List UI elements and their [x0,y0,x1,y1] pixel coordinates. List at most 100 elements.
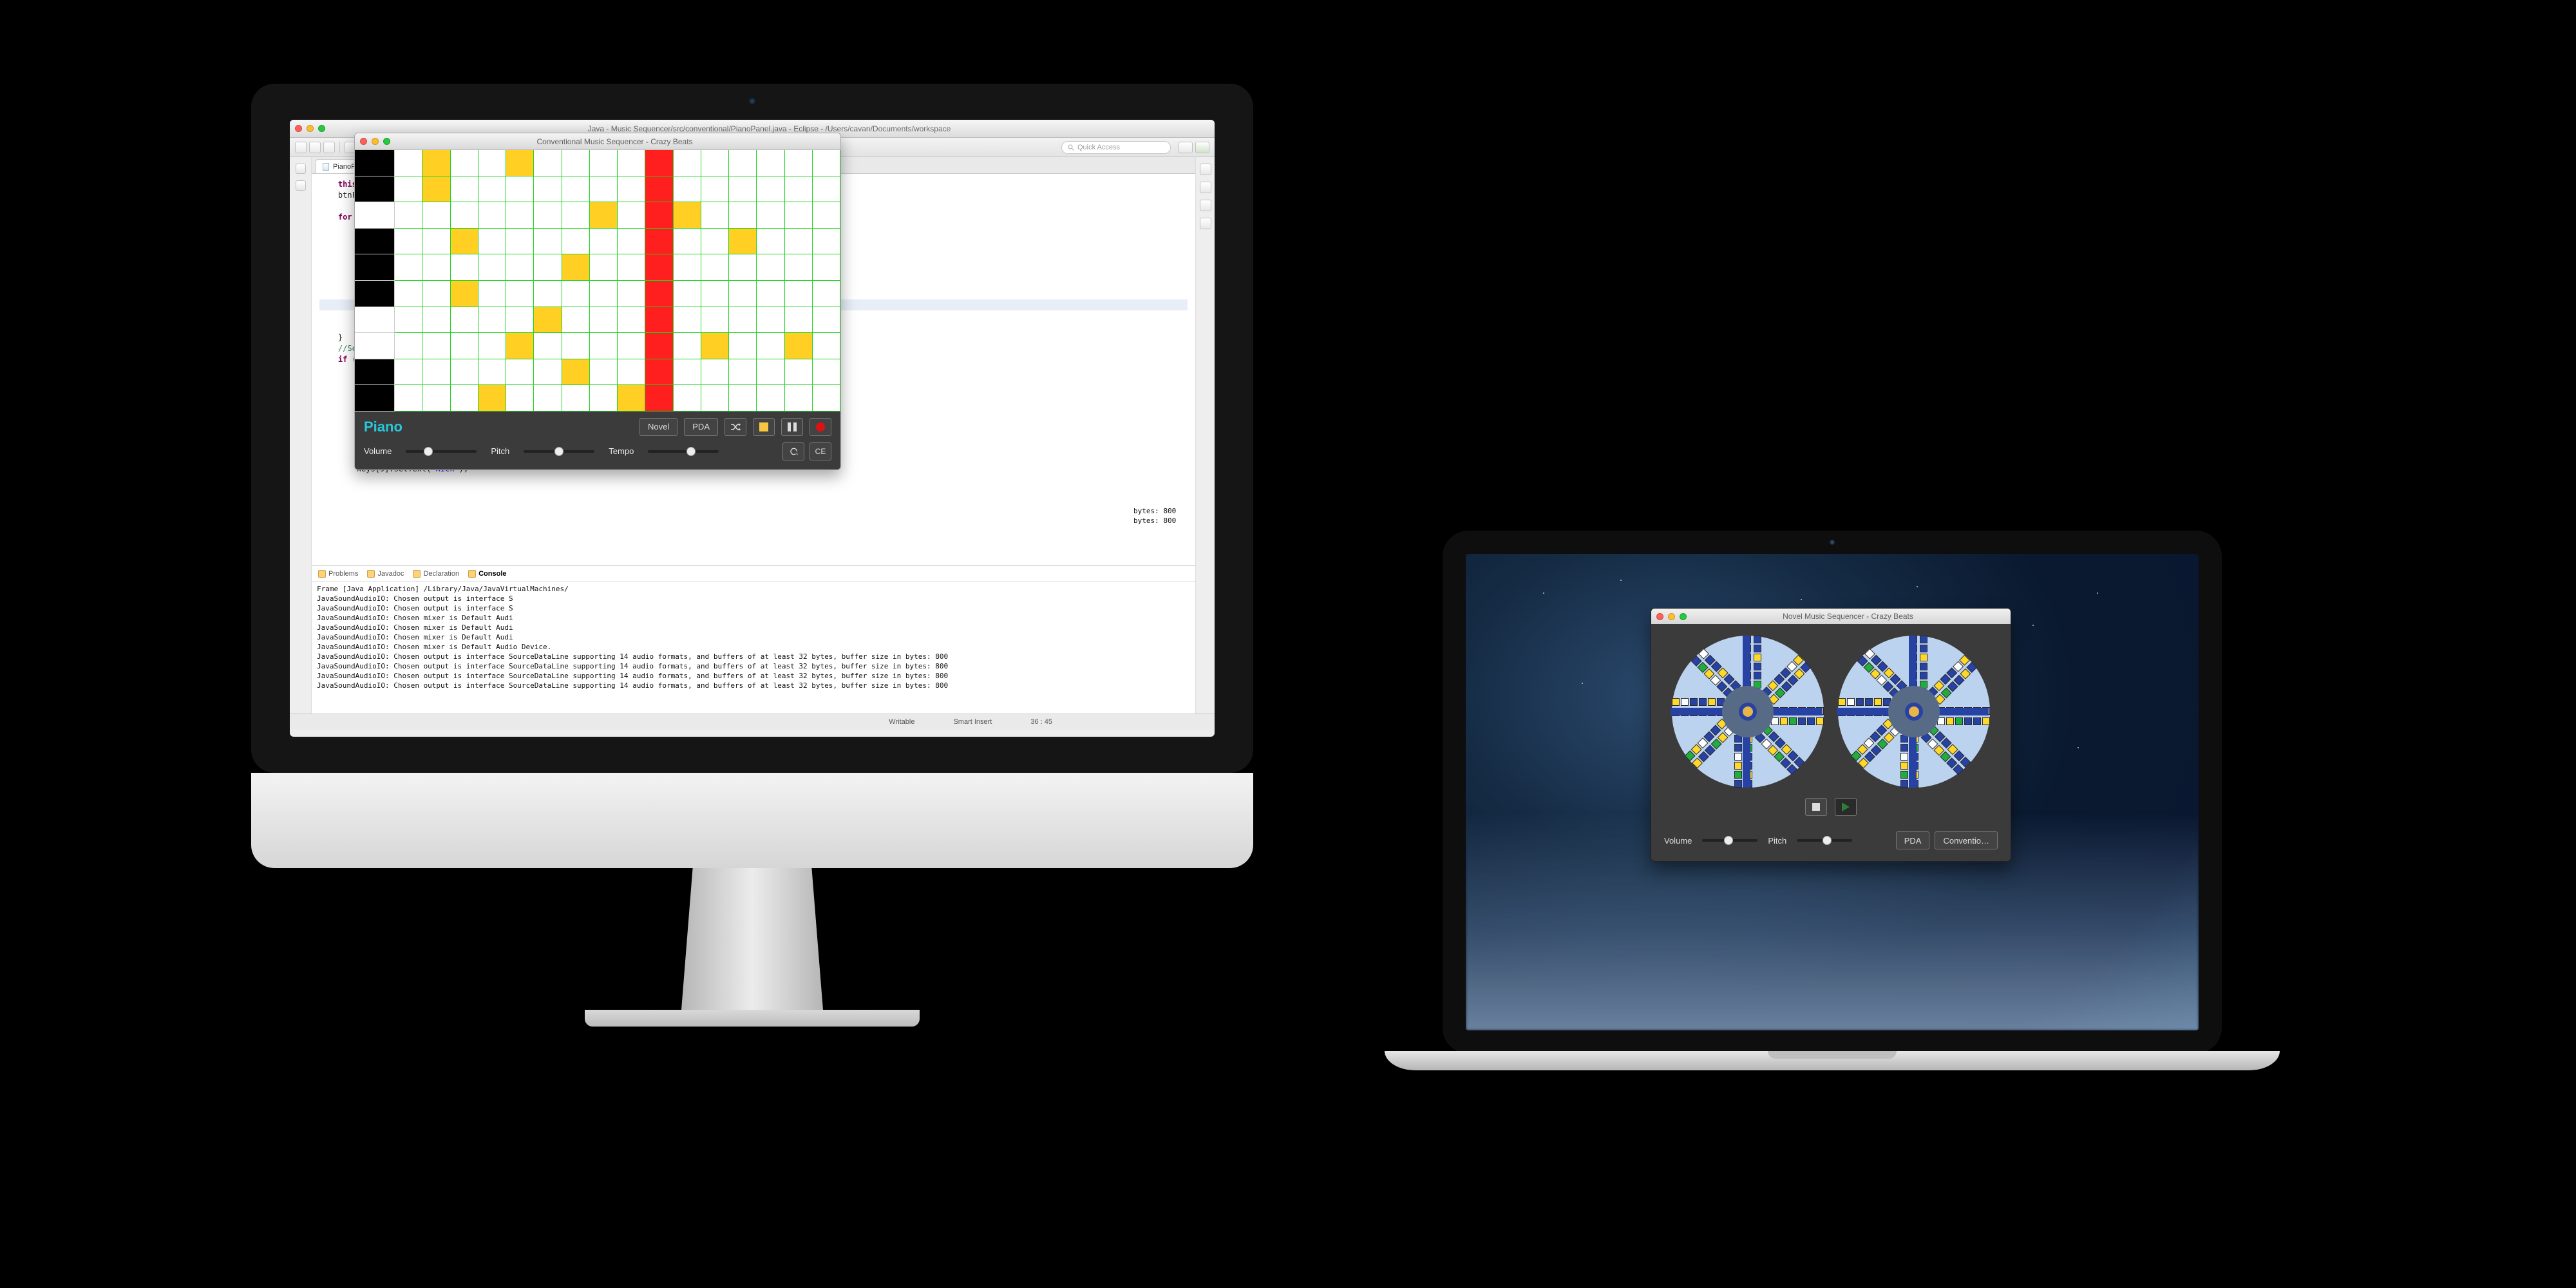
disc-cell[interactable] [1847,698,1855,706]
pause-button[interactable] [781,418,803,436]
grid-cell[interactable] [478,150,506,176]
disc-cell[interactable] [1681,698,1689,706]
console-tab-declaration[interactable]: Declaration [413,570,459,578]
disc-cell[interactable] [1754,645,1761,652]
grid-cell[interactable] [562,333,590,359]
grid-cell[interactable] [534,176,562,203]
grid-cell[interactable] [729,281,757,307]
grid-cell[interactable] [422,307,450,334]
grid-cell[interactable] [478,333,506,359]
grid-cell[interactable] [451,359,478,386]
grid-cell[interactable] [618,385,645,412]
disc-cell[interactable] [1955,717,1963,725]
disc-cell[interactable] [1690,698,1698,706]
grid-cell[interactable] [590,281,618,307]
grid-cell[interactable] [701,202,729,229]
grid-cell[interactable] [451,176,478,203]
grid-cell[interactable] [451,254,478,281]
grid-cell[interactable] [785,229,813,255]
grid-cell[interactable] [506,281,534,307]
grid-cell[interactable] [813,385,840,412]
console-tab-javadoc[interactable]: Javadoc [367,570,404,578]
grid-cell[interactable] [562,229,590,255]
view-icon[interactable] [296,164,306,174]
java-perspective-icon[interactable] [1195,142,1209,153]
sequencer-grid[interactable] [355,150,840,412]
disc-right[interactable] [1838,636,1990,788]
disc-cell[interactable] [1900,780,1908,788]
grid-cell[interactable] [422,202,450,229]
grid-cell[interactable] [534,229,562,255]
console-tab-console[interactable]: Console [468,570,506,578]
window-controls[interactable] [360,138,390,145]
grid-cell[interactable] [562,307,590,334]
grid-cell[interactable] [674,202,701,229]
grid-cell[interactable] [422,254,450,281]
grid-cell[interactable] [674,307,701,334]
pda-button[interactable]: PDA [684,418,718,436]
stop-button[interactable] [753,418,775,436]
grid-cell[interactable] [590,359,618,386]
grid-cell[interactable] [618,150,645,176]
disc-cell[interactable] [1734,762,1742,770]
open-perspective-icon[interactable] [1179,142,1193,153]
console-tab-problems[interactable]: Problems [318,570,358,578]
grid-cell[interactable] [674,254,701,281]
grid-cell[interactable] [701,176,729,203]
grid-cell[interactable] [506,150,534,176]
view-icon[interactable] [296,180,306,191]
grid-cell[interactable] [757,229,784,255]
grid-cell[interactable] [395,359,422,386]
grid-cell[interactable] [506,385,534,412]
disc-cell[interactable] [1920,672,1927,679]
novel-sequencer-window[interactable]: Novel Music Sequencer - Crazy Beats Volu… [1651,608,2011,862]
grid-cell[interactable] [534,333,562,359]
grid-cell[interactable] [478,176,506,203]
piano-key[interactable] [355,254,395,281]
novel-button[interactable]: Novel [639,418,677,436]
grid-cell[interactable] [701,229,729,255]
minimize-icon[interactable] [307,125,314,132]
disc-cell[interactable] [1816,717,1824,725]
grid-cell[interactable] [813,202,840,229]
grid-cell[interactable] [590,202,618,229]
grid-cell[interactable] [534,254,562,281]
grid-cell[interactable] [785,254,813,281]
grid-cell[interactable] [645,281,673,307]
novel-titlebar[interactable]: Novel Music Sequencer - Crazy Beats [1651,609,2011,624]
grid-cell[interactable] [757,307,784,334]
grid-cell[interactable] [729,176,757,203]
grid-cell[interactable] [506,254,534,281]
grid-cell[interactable] [451,333,478,359]
grid-cell[interactable] [506,307,534,334]
grid-cell[interactable] [562,176,590,203]
grid-cell[interactable] [785,307,813,334]
tempo-slider[interactable] [648,450,719,453]
grid-cell[interactable] [422,359,450,386]
disc-cell[interactable] [1734,771,1742,779]
view-icon[interactable] [1200,164,1211,175]
grid-cell[interactable] [395,202,422,229]
grid-cell[interactable] [729,333,757,359]
grid-cell[interactable] [395,281,422,307]
grid-cell[interactable] [757,333,784,359]
grid-cell[interactable] [478,254,506,281]
grid-cell[interactable] [618,176,645,203]
grid-cell[interactable] [395,150,422,176]
grid-cell[interactable] [395,333,422,359]
view-icon[interactable] [1200,182,1211,193]
grid-cell[interactable] [590,333,618,359]
grid-cell[interactable] [674,333,701,359]
piano-key[interactable] [355,202,395,229]
pitch-slider[interactable] [1797,839,1852,842]
grid-cell[interactable] [813,281,840,307]
grid-cell[interactable] [422,281,450,307]
piano-key[interactable] [355,307,395,334]
piano-key[interactable] [355,150,395,176]
grid-cell[interactable] [478,359,506,386]
grid-cell[interactable] [813,176,840,203]
disc-cell[interactable] [1838,698,1846,706]
pda-button[interactable]: PDA [1896,831,1930,849]
grid-cell[interactable] [757,281,784,307]
disc-cell[interactable] [1754,636,1761,643]
